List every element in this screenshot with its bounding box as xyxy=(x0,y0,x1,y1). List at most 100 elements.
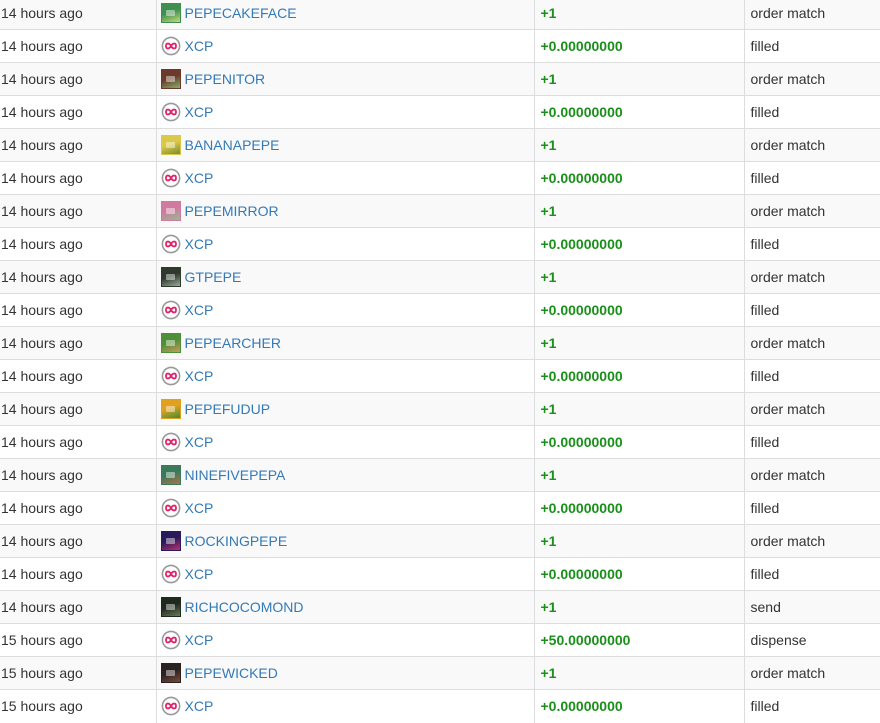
time-cell: 14 hours ago xyxy=(0,29,156,63)
quantity-cell: +0.00000000 xyxy=(533,557,744,591)
timestamp: 14 hours ago xyxy=(1,401,83,417)
quantity-cell: +0.00000000 xyxy=(533,359,744,393)
quantity-value: +0.00000000 xyxy=(540,302,623,318)
asset-link[interactable]: BANANAPEPE xyxy=(185,137,280,153)
quantity-value: +1 xyxy=(540,71,557,87)
time-cell: 14 hours ago xyxy=(0,326,156,360)
asset-link[interactable]: XCP xyxy=(185,698,214,714)
time-cell: 14 hours ago xyxy=(0,425,156,459)
asset-link[interactable]: XCP xyxy=(185,302,214,318)
asset-link[interactable]: XCP xyxy=(185,500,214,516)
asset-link[interactable]: GTPEPE xyxy=(185,269,242,285)
time-cell: 14 hours ago xyxy=(0,557,156,591)
asset-link[interactable]: XCP xyxy=(185,170,214,186)
quantity-cell: +1 xyxy=(533,0,744,30)
table-row: 14 hours ago XCP +0.00000000 filled xyxy=(0,293,880,327)
asset-cell: PEPECAKEFACE xyxy=(155,0,534,30)
table-row: 14 hours ago RICHCOCOMOND +1 send xyxy=(0,590,880,624)
asset-link[interactable]: RICHCOCOMOND xyxy=(185,599,304,615)
type-cell: filled xyxy=(743,227,880,261)
quantity-cell: +0.00000000 xyxy=(533,161,744,195)
asset-cell: XCP xyxy=(155,29,534,63)
asset-cell: PEPENITOR xyxy=(155,62,534,96)
transaction-type: filled xyxy=(750,368,780,384)
asset-link[interactable]: PEPECAKEFACE xyxy=(185,5,297,21)
type-cell: order match xyxy=(743,62,880,96)
asset-link[interactable]: ROCKINGPEPE xyxy=(185,533,288,549)
asset-cell: XCP xyxy=(155,689,534,723)
timestamp: 15 hours ago xyxy=(1,632,83,648)
time-cell: 14 hours ago xyxy=(0,128,156,162)
asset-link[interactable]: XCP xyxy=(185,38,214,54)
quantity-cell: +0.00000000 xyxy=(533,293,744,327)
quantity-value: +0.00000000 xyxy=(540,236,623,252)
asset-cell: XCP xyxy=(155,557,534,591)
timestamp: 14 hours ago xyxy=(1,302,83,318)
asset-link[interactable]: XCP xyxy=(185,566,214,582)
type-cell: filled xyxy=(743,95,880,129)
pepefudup-thumb xyxy=(160,399,181,419)
asset-cell: GTPEPE xyxy=(155,260,534,294)
transaction-type: filled xyxy=(750,170,780,186)
table-row: 14 hours ago ROCKINGPEPE +1 order match xyxy=(0,524,880,558)
table-row: 14 hours ago PEPENITOR +1 order match xyxy=(0,62,880,96)
asset-cell: BANANAPEPE xyxy=(155,128,534,162)
asset-link[interactable]: PEPEARCHER xyxy=(185,335,281,351)
transaction-type: order match xyxy=(750,335,826,351)
transaction-type: filled xyxy=(750,434,780,450)
table-row: 14 hours ago PEPEMIRROR +1 order match xyxy=(0,194,880,228)
transaction-type: order match xyxy=(750,203,826,219)
timestamp: 14 hours ago xyxy=(1,269,83,285)
timestamp: 14 hours ago xyxy=(1,104,83,120)
quantity-value: +0.00000000 xyxy=(540,368,623,384)
asset-cell: PEPEMIRROR xyxy=(155,194,534,228)
type-cell: filled xyxy=(743,359,880,393)
time-cell: 14 hours ago xyxy=(0,95,156,129)
asset-cell: XCP xyxy=(155,359,534,393)
transaction-type: dispense xyxy=(750,632,807,648)
asset-cell: XCP xyxy=(155,425,534,459)
quantity-cell: +1 xyxy=(533,590,744,624)
asset-link[interactable]: NINEFIVEPEPA xyxy=(185,467,286,483)
pepearcher-thumb xyxy=(160,333,181,353)
time-cell: 14 hours ago xyxy=(0,293,156,327)
quantity-value: +1 xyxy=(540,5,557,21)
transaction-type: order match xyxy=(750,137,826,153)
quantity-value: +1 xyxy=(540,137,557,153)
transaction-type: filled xyxy=(750,500,780,516)
asset-cell: PEPEARCHER xyxy=(155,326,534,360)
table-row: 14 hours ago XCP +0.00000000 filled xyxy=(0,491,880,525)
asset-link[interactable]: PEPEWICKED xyxy=(185,665,278,681)
type-cell: send xyxy=(743,590,880,624)
type-cell: order match xyxy=(743,260,880,294)
table-row: 14 hours ago XCP +0.00000000 filled xyxy=(0,557,880,591)
timestamp: 14 hours ago xyxy=(1,203,83,219)
asset-link[interactable]: XCP xyxy=(185,434,214,450)
asset-link[interactable]: PEPENITOR xyxy=(185,71,266,87)
table-row: 15 hours ago XCP +0.00000000 filled xyxy=(0,689,880,723)
asset-link[interactable]: XCP xyxy=(185,236,214,252)
asset-link[interactable]: XCP xyxy=(185,104,214,120)
time-cell: 14 hours ago xyxy=(0,227,156,261)
type-cell: order match xyxy=(743,458,880,492)
asset-link[interactable]: XCP xyxy=(185,632,214,648)
asset-link[interactable]: PEPEFUDUP xyxy=(185,401,271,417)
asset-link[interactable]: XCP xyxy=(185,368,214,384)
time-cell: 14 hours ago xyxy=(0,161,156,195)
transaction-type: filled xyxy=(750,566,780,582)
type-cell: order match xyxy=(743,656,880,690)
timestamp: 14 hours ago xyxy=(1,599,83,615)
type-cell: order match xyxy=(743,326,880,360)
timestamp: 14 hours ago xyxy=(1,170,83,186)
quantity-value: +0.00000000 xyxy=(540,434,623,450)
asset-cell: PEPEFUDUP xyxy=(155,392,534,426)
transaction-type: order match xyxy=(750,533,826,549)
asset-link[interactable]: PEPEMIRROR xyxy=(185,203,279,219)
quantity-cell: +1 xyxy=(533,458,744,492)
asset-cell: XCP xyxy=(155,491,534,525)
rockingpepe-thumb xyxy=(160,531,181,551)
asset-cell: NINEFIVEPEPA xyxy=(155,458,534,492)
asset-cell: XCP xyxy=(155,227,534,261)
quantity-cell: +1 xyxy=(533,128,744,162)
transaction-type: order match xyxy=(750,269,826,285)
